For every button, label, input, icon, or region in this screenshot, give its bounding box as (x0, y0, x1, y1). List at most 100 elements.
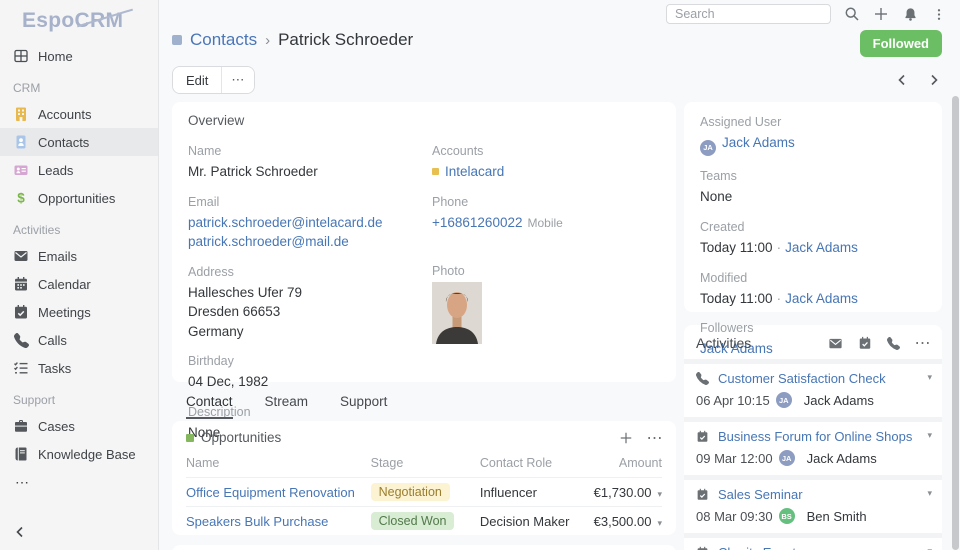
sidebar-item-label: Contacts (38, 135, 89, 150)
modified-by-link[interactable]: Jack Adams (785, 291, 858, 306)
opportunities-menu-icon[interactable]: ⋯ (647, 430, 662, 445)
opportunity-link[interactable]: Office Equipment Renovation (186, 485, 355, 500)
sidebar-collapse-button[interactable] (12, 524, 32, 544)
activity-link[interactable]: Charity Event (718, 545, 796, 550)
avatar: JA (779, 450, 795, 466)
more-actions-button[interactable]: ⋯ (221, 67, 254, 93)
edit-button[interactable]: Edit (173, 67, 221, 93)
contact-role-cell: Influencer (480, 478, 594, 507)
sidebar-item-label: Opportunities (38, 191, 115, 206)
account-link[interactable]: Intelacard (445, 164, 504, 179)
activity-link[interactable]: Customer Satisfaction Check (718, 371, 886, 386)
sidebar-item-home[interactable]: Home (0, 42, 158, 70)
avatar: JA (776, 392, 792, 408)
followed-button[interactable]: Followed (860, 30, 942, 57)
sidebar-item-label: Cases (38, 419, 75, 434)
sidebar: EspoCRM Home CRM Accounts Contacts Leads… (0, 0, 159, 550)
page-title: Patrick Schroeder (278, 30, 413, 50)
email-primary-link[interactable]: patrick.schroeder@intelacard.de (188, 215, 383, 230)
sidebar-item-contacts[interactable]: Contacts (0, 128, 158, 156)
sidebar-section-crm: CRM (0, 70, 158, 100)
dot-separator: · (777, 291, 782, 306)
row-menu-caret-icon[interactable]: ▾ (657, 518, 662, 528)
id-card-icon (13, 162, 29, 178)
meeting-icon (696, 546, 710, 550)
contact-photo[interactable] (432, 282, 482, 344)
page-scrollbar[interactable] (952, 96, 959, 550)
search-input[interactable] (666, 4, 831, 24)
topbar (159, 0, 960, 28)
field-assigned-user: Assigned User JAJack Adams (700, 115, 926, 156)
opportunity-link[interactable]: Speakers Bulk Purchase (186, 514, 328, 529)
email-secondary-link[interactable]: patrick.schroeder@mail.de (188, 234, 349, 249)
assigned-user-link[interactable]: Jack Adams (722, 135, 795, 150)
activity-caret-icon[interactable]: ▾ (927, 430, 932, 441)
tab-contact[interactable]: Contact (186, 394, 233, 419)
sidebar-item-opportunities[interactable]: $ Opportunities (0, 184, 158, 212)
avatar: JA (700, 140, 716, 156)
log-call-icon[interactable] (886, 336, 901, 351)
field-created: Created Today 11:00·Jack Adams (700, 220, 926, 258)
opportunity-square-icon (186, 434, 194, 442)
sidebar-item-leads[interactable]: Leads (0, 156, 158, 184)
next-record-icon[interactable] (926, 72, 942, 88)
sidebar-item-cases[interactable]: Cases (0, 412, 158, 440)
sidebar-item-tasks[interactable]: Tasks (0, 354, 158, 382)
activity-caret-icon[interactable]: ▾ (927, 546, 932, 550)
activity-link[interactable]: Sales Seminar (718, 487, 803, 502)
main-column: Overview Name Mr. Patrick Schroeder Emai… (172, 102, 676, 550)
sidebar-section-support: Support (0, 382, 158, 412)
contact-role-cell: Decision Maker (480, 507, 594, 536)
sidebar-item-calendar[interactable]: Calendar (0, 270, 158, 298)
created-by-link[interactable]: Jack Adams (785, 240, 858, 255)
compose-email-icon[interactable] (828, 336, 843, 351)
sidebar-item-meetings[interactable]: Meetings (0, 298, 158, 326)
plus-icon[interactable] (873, 6, 889, 22)
row-menu-caret-icon[interactable]: ▾ (657, 489, 662, 499)
field-address: Address Hallesches Ufer 79 Dresden 66653… (188, 265, 416, 342)
sidebar-item-calls[interactable]: Calls (0, 326, 158, 354)
kebab-menu-icon[interactable] (931, 6, 947, 22)
sidebar-item-label: Accounts (38, 107, 91, 122)
field-phone: Phone +16861260022Mobile (432, 195, 660, 233)
tab-support[interactable]: Support (340, 394, 387, 419)
activity-link[interactable]: Business Forum for Online Shops (718, 429, 912, 444)
sidebar-item-knowledge-base[interactable]: Knowledge Base (0, 440, 158, 468)
search-icon[interactable] (844, 6, 860, 22)
activity-date: 06 Apr 10:15 (696, 393, 770, 408)
previous-record-icon[interactable] (894, 72, 910, 88)
sidebar-item-label: Meetings (38, 305, 91, 320)
dollar-icon: $ (13, 190, 29, 206)
activity-user: Jack Adams (807, 451, 877, 466)
activity-date: 09 Mar 12:00 (696, 451, 773, 466)
activity-caret-icon[interactable]: ▾ (927, 372, 932, 383)
bell-icon[interactable] (902, 6, 918, 22)
tab-stream[interactable]: Stream (265, 394, 309, 419)
activities-title: Activities (696, 335, 814, 351)
field-name: Name Mr. Patrick Schroeder (188, 144, 416, 182)
calendar-check-icon (13, 304, 29, 320)
schedule-meeting-icon[interactable] (857, 336, 872, 351)
sidebar-more-button[interactable]: ⋯ (0, 468, 158, 496)
sidebar-item-accounts[interactable]: Accounts (0, 100, 158, 128)
breadcrumb-contacts-link[interactable]: Contacts (190, 30, 257, 50)
app-logo[interactable]: EspoCRM (0, 0, 158, 42)
add-opportunity-icon[interactable] (618, 430, 633, 445)
contact-card-icon (13, 134, 29, 150)
building-icon (13, 106, 29, 122)
activities-menu-icon[interactable]: ⋯ (915, 336, 930, 351)
activity-caret-icon[interactable]: ▾ (927, 488, 932, 499)
dot-separator: · (777, 240, 782, 255)
meeting-icon (696, 430, 710, 444)
activity-date: 08 Mar 09:30 (696, 509, 773, 524)
details-panel: Assigned User JAJack Adams Teams None Cr… (684, 102, 942, 312)
list-item: Sales Seminar ▾ 08 Mar 09:30 BS Ben Smit… (684, 475, 942, 533)
sidebar-item-emails[interactable]: Emails (0, 242, 158, 270)
entity-square-icon (172, 35, 182, 45)
amount-cell: €3,500.00 (594, 514, 652, 529)
phone-link[interactable]: +16861260022 (432, 215, 522, 230)
meeting-icon (696, 488, 710, 502)
amount-cell: €1,730.00 (594, 485, 652, 500)
breadcrumb: Contacts › Patrick Schroeder (172, 30, 413, 50)
field-email: Email patrick.schroeder@intelacard.de pa… (188, 195, 416, 252)
